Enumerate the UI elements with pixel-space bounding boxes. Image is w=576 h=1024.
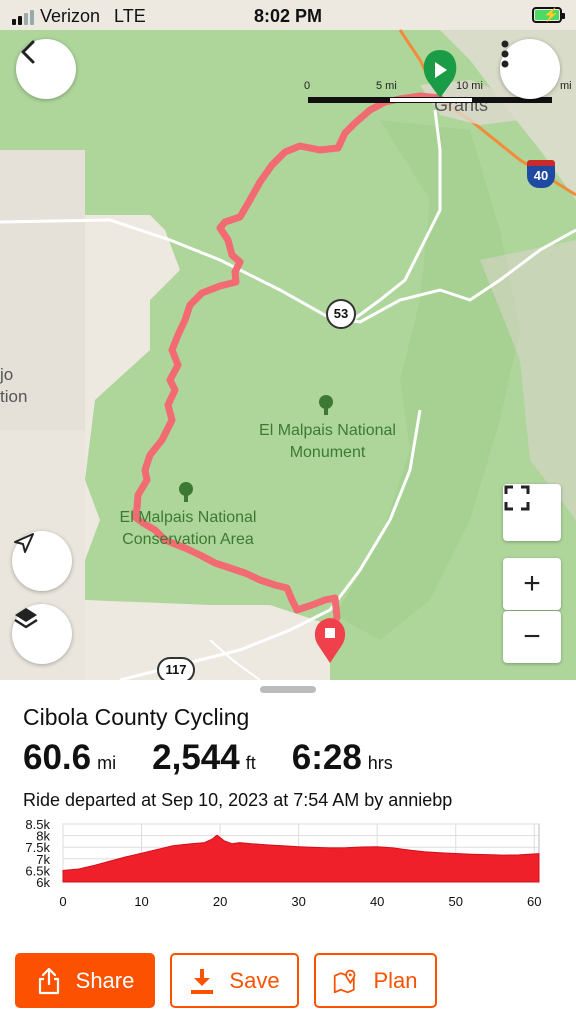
interstate-shield: 40 bbox=[527, 160, 555, 188]
time-value: 6:28 bbox=[291, 738, 362, 777]
status-bar: Verizon LTE 8:02 PM ⚡ bbox=[0, 0, 576, 32]
x-tick-label: 0 bbox=[59, 894, 66, 909]
x-tick-label: 50 bbox=[449, 894, 463, 909]
map-pin-icon bbox=[333, 967, 359, 995]
save-label: Save bbox=[229, 967, 280, 993]
conservation-area-label: El Malpais National Conservation Area bbox=[119, 509, 257, 548]
plan-label: Plan bbox=[373, 967, 418, 993]
layers-icon bbox=[14, 608, 38, 629]
fullscreen-icon bbox=[504, 485, 530, 511]
navigation-arrow-icon bbox=[14, 533, 34, 553]
time-unit: hrs bbox=[367, 753, 393, 773]
route-map[interactable]: 40 53 117 El Malpais National Monument E… bbox=[0, 0, 576, 680]
elevation-stat: 2,544 ft bbox=[152, 738, 256, 778]
scale-label-end: mi bbox=[560, 80, 572, 92]
distance-stat: 60.6 mi bbox=[23, 738, 116, 778]
more-options-button[interactable] bbox=[500, 39, 560, 99]
share-icon bbox=[36, 967, 62, 995]
app-screen: 40 53 117 El Malpais National Monument E… bbox=[0, 0, 576, 1024]
x-tick-label: 10 bbox=[134, 894, 148, 909]
share-label: Share bbox=[75, 967, 135, 993]
locate-button[interactable] bbox=[12, 531, 72, 591]
elevation-profile-chart[interactable]: 8.5k8k7.5k7k6.5k6k0 10 20 30 40 50 60 bbox=[0, 818, 576, 914]
sheet-drag-handle[interactable] bbox=[260, 686, 316, 693]
distance-unit: mi bbox=[97, 753, 117, 773]
zoom-out-button[interactable]: − bbox=[503, 611, 561, 663]
ride-summary-sheet: Cibola County Cycling 60.6 mi 2,544 ft 6… bbox=[0, 680, 576, 1024]
scale-label-0: 0 bbox=[304, 80, 311, 92]
layers-button[interactable] bbox=[12, 604, 72, 664]
elevation-value: 2,544 bbox=[152, 738, 240, 777]
back-arrow-icon bbox=[21, 40, 35, 64]
charging-bolt-icon: ⚡ bbox=[543, 7, 560, 22]
more-vertical-icon bbox=[501, 40, 509, 68]
edge-place-label: jo tion bbox=[0, 365, 28, 406]
share-button[interactable]: Share bbox=[15, 953, 155, 1008]
monument-label: El Malpais National Monument bbox=[259, 422, 396, 461]
plan-button[interactable]: Plan bbox=[314, 953, 437, 1008]
download-icon bbox=[189, 967, 215, 995]
scale-bar-segment bbox=[390, 98, 472, 102]
distance-value: 60.6 bbox=[23, 738, 92, 777]
route-117-shield: 117 bbox=[157, 657, 195, 680]
save-button[interactable]: Save bbox=[170, 953, 299, 1008]
fullscreen-button[interactable] bbox=[503, 484, 561, 541]
x-tick-label: 60 bbox=[527, 894, 541, 909]
departed-text: Ride departed at Sep 10, 2023 at 7:54 AM… bbox=[23, 790, 453, 810]
zoom-in-button[interactable]: + bbox=[503, 558, 561, 610]
route-53-shield: 53 bbox=[326, 299, 356, 329]
time-stat: 6:28 hrs bbox=[292, 738, 393, 778]
scale-label-10: 10 mi bbox=[456, 80, 483, 92]
y-tick-label: 6k bbox=[36, 875, 50, 890]
ride-title: Cibola County Cycling bbox=[23, 704, 250, 730]
x-tick-label: 40 bbox=[370, 894, 384, 909]
x-tick-label: 30 bbox=[291, 894, 305, 909]
scale-label-5: 5 mi bbox=[376, 80, 397, 92]
elevation-unit: ft bbox=[245, 753, 256, 773]
battery-icon: ⚡ bbox=[532, 7, 565, 23]
x-tick-label: 20 bbox=[213, 894, 227, 909]
back-button[interactable] bbox=[16, 39, 76, 99]
ride-stats: 60.6 mi 2,544 ft 6:28 hrs bbox=[23, 738, 429, 778]
status-time: 8:02 PM bbox=[253, 6, 323, 26]
action-buttons: Share Save Plan bbox=[15, 953, 437, 1008]
